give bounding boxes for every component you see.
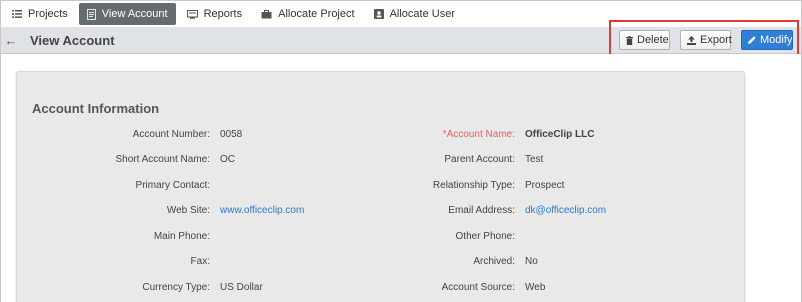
main-phone-label: Main Phone:: [153, 231, 210, 242]
nav-allocate-user[interactable]: Allocate User: [366, 3, 463, 25]
archived-value: No: [525, 256, 538, 267]
nav-reports-label: Reports: [203, 8, 243, 20]
archived-label: Archived:: [473, 256, 515, 267]
currency-type-label: Currency Type:: [142, 282, 210, 293]
page-title: View Account: [30, 33, 115, 48]
account-source-value: Web: [525, 282, 546, 293]
account-number-value: 0058: [220, 129, 243, 140]
relationship-type-label: Relationship Type:: [432, 180, 515, 191]
nav-projects-label: Projects: [28, 8, 68, 20]
nav-reports[interactable]: Reports: [179, 3, 251, 25]
briefcase-icon: [261, 9, 272, 19]
document-icon: [86, 8, 96, 20]
currency-type-value: US Dollar: [220, 282, 263, 293]
parent-account-value: Test: [525, 154, 544, 165]
relationship-type-value: Prospect: [525, 180, 565, 191]
email-address-label: Email Address:: [448, 205, 515, 216]
nav-projects[interactable]: Projects: [4, 3, 76, 25]
nav-allocate-user-label: Allocate User: [389, 8, 455, 20]
short-account-name-label: Short Account Name:: [115, 154, 211, 165]
account-info-panel: Account Information Account Number: 0058…: [16, 71, 745, 302]
nav-view-account-label: View Account: [101, 8, 168, 20]
short-account-name-value: OC: [220, 154, 235, 165]
list-icon: [12, 10, 22, 18]
fax-label: Fax:: [190, 256, 210, 267]
parent-account-label: Parent Account:: [444, 154, 515, 165]
account-source-label: Account Source:: [441, 282, 515, 293]
other-phone-label: Other Phone:: [455, 231, 515, 242]
email-address-link[interactable]: dk@officeclip.com: [525, 205, 606, 216]
monitor-icon: [186, 9, 198, 19]
web-site-label: Web Site:: [166, 205, 210, 216]
account-number-label: Account Number:: [132, 129, 210, 140]
account-name-label: *Account Name:: [442, 129, 515, 140]
primary-contact-label: Primary Contact:: [135, 180, 210, 191]
section-title: Account Information: [32, 101, 160, 116]
nav-view-account[interactable]: View Account: [78, 3, 176, 25]
web-site-link[interactable]: www.officeclip.com: [220, 205, 304, 216]
user-card-icon: [373, 9, 384, 19]
account-name-value: OfficeClip LLC: [525, 129, 595, 140]
nav-allocate-project[interactable]: Allocate Project: [253, 3, 362, 25]
back-arrow-icon[interactable]: ←: [5, 32, 18, 48]
nav-allocate-project-label: Allocate Project: [278, 8, 355, 20]
